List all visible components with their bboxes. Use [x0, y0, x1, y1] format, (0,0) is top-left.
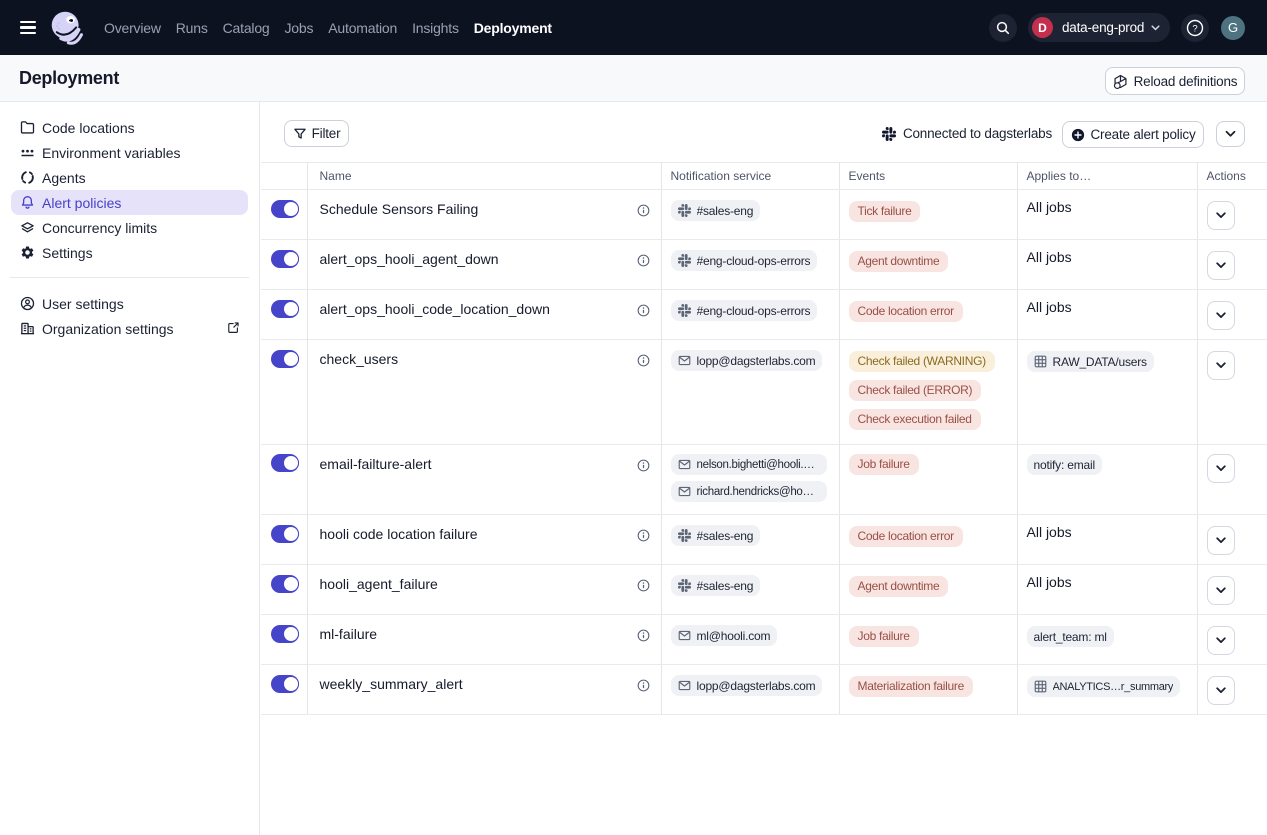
svg-text:?: ?	[1192, 23, 1197, 34]
